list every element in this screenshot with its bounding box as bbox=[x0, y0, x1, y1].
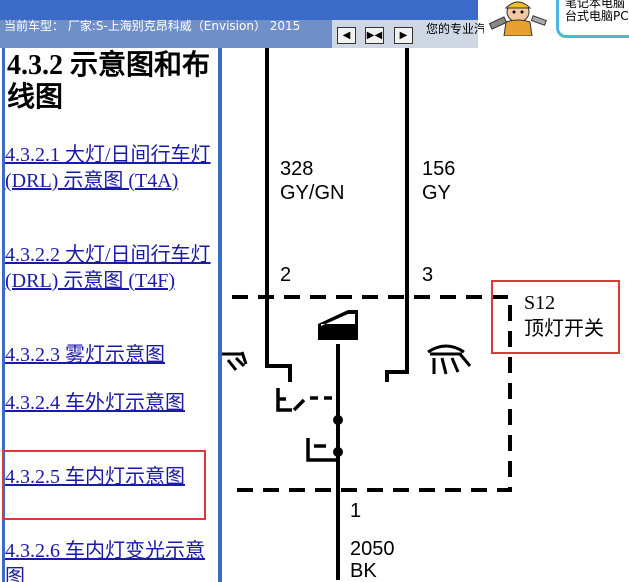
wire-bottom-circuit: 2050 bbox=[350, 538, 395, 560]
mascot-icon bbox=[488, 1, 547, 36]
nav-prev-button[interactable]: ◀ bbox=[337, 27, 356, 44]
nav-link-headlamp-t4a[interactable]: 4.3.2.1 大灯/日间行车灯 (DRL) 示意图 (T4A) bbox=[5, 142, 217, 194]
professional-text: 您的专业汽 bbox=[426, 22, 484, 36]
lamp-left-icon bbox=[222, 351, 248, 371]
section-title: 4.3.2 示意图和布线图 bbox=[7, 50, 217, 114]
junction-dot-upper bbox=[333, 415, 343, 425]
wire-left-pin: 2 bbox=[280, 264, 292, 286]
section-title-text: 4.3.2 示意图和布线图 bbox=[7, 50, 211, 113]
promo-banner[interactable]: 笔记本电脑 台式电脑PC bbox=[556, 0, 629, 38]
wire-bottom-color: BK bbox=[350, 560, 377, 582]
wire-bottom-pin: 1 bbox=[350, 500, 362, 522]
switch-left-contact bbox=[265, 300, 292, 382]
nav-link-fog-lamp[interactable]: 4.3.2.3 雾灯示意图 bbox=[5, 342, 217, 368]
nav-link-exterior-lights[interactable]: 4.3.2.4 车外灯示意图 bbox=[5, 390, 217, 416]
switch-boundary bbox=[232, 295, 512, 492]
lamp-right-icon bbox=[430, 352, 472, 375]
nav-fit-button[interactable]: ▶◀ bbox=[365, 27, 384, 44]
switch-contact-symbol bbox=[276, 388, 306, 412]
wire-left-circuit: 328 bbox=[280, 158, 314, 180]
current-car-label: 当前车型： 厂家:S-上海别克昂科威（Envision） 2015 bbox=[4, 19, 301, 33]
promo-line-2: 台式电脑PC bbox=[565, 9, 629, 23]
wire-left-color: GY/GN bbox=[280, 182, 345, 204]
nav-link-interior-dimming[interactable]: 4.3.2.6 车内灯变光示意图 bbox=[5, 538, 217, 582]
wire-right-pin: 3 bbox=[422, 264, 434, 286]
highlight-interior-lights bbox=[2, 450, 206, 520]
junction-dot-lower bbox=[333, 447, 343, 457]
title-strip bbox=[0, 0, 478, 20]
wire-right-color: GY bbox=[422, 182, 451, 204]
highlight-s12-label bbox=[491, 280, 620, 354]
switch-right-contact bbox=[385, 300, 409, 382]
nav-link-headlamp-t4f[interactable]: 4.3.2.2 大灯/日间行车灯 (DRL) 示意图 (T4F) bbox=[5, 242, 217, 294]
top-bar: 当前车型： 厂家:S-上海别克昂科威（Envision） 2015 ◀ ▶◀ ▶… bbox=[0, 0, 629, 48]
wire-right-circuit: 156 bbox=[422, 158, 456, 180]
nav-next-button[interactable]: ▶ bbox=[394, 27, 413, 44]
